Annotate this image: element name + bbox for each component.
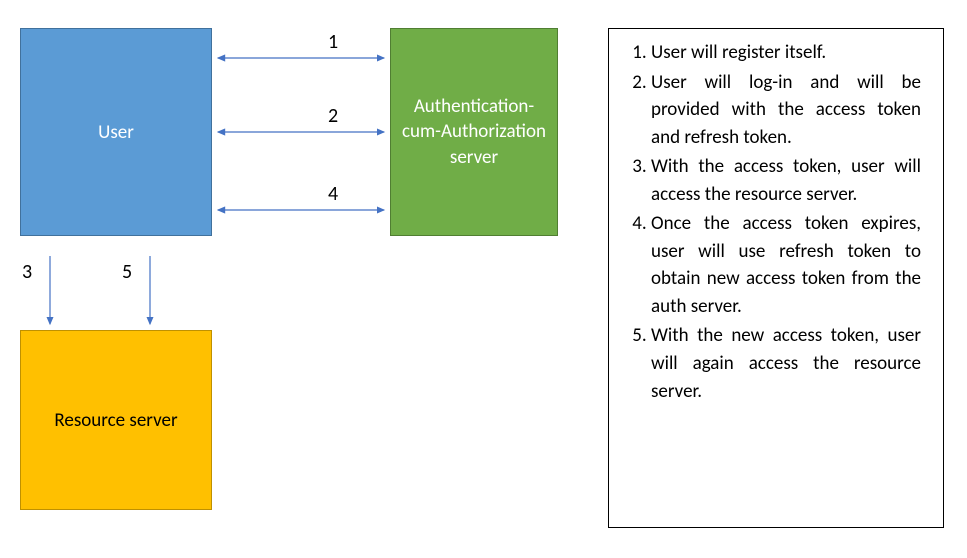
- step-2: User will log-in and will be provided wi…: [651, 69, 921, 152]
- step-5: With the new access token, user will aga…: [651, 322, 921, 405]
- steps-list: User will register itself. User will log…: [623, 39, 921, 405]
- auth-server-box-label: Authentication-cum-Authorization server: [399, 94, 549, 171]
- arrow-4-label: 4: [328, 182, 338, 206]
- arrow-2-label: 2: [328, 104, 338, 128]
- arrow-5-label: 5: [122, 260, 132, 284]
- user-box-label: User: [98, 121, 134, 144]
- resource-server-box: Resource server: [20, 330, 212, 510]
- user-box: User: [20, 28, 212, 236]
- steps-panel: User will register itself. User will log…: [608, 28, 944, 528]
- diagram-canvas: User Authentication-cum-Authorization se…: [0, 0, 967, 558]
- step-3: With the access token, user will access …: [651, 153, 921, 208]
- arrow-3-label: 3: [22, 260, 32, 284]
- resource-server-box-label: Resource server: [54, 409, 177, 432]
- step-4: Once the access token expires, user will…: [651, 210, 921, 320]
- arrow-1-label: 1: [328, 30, 338, 54]
- auth-server-box: Authentication-cum-Authorization server: [390, 28, 558, 236]
- step-1: User will register itself.: [651, 39, 921, 67]
